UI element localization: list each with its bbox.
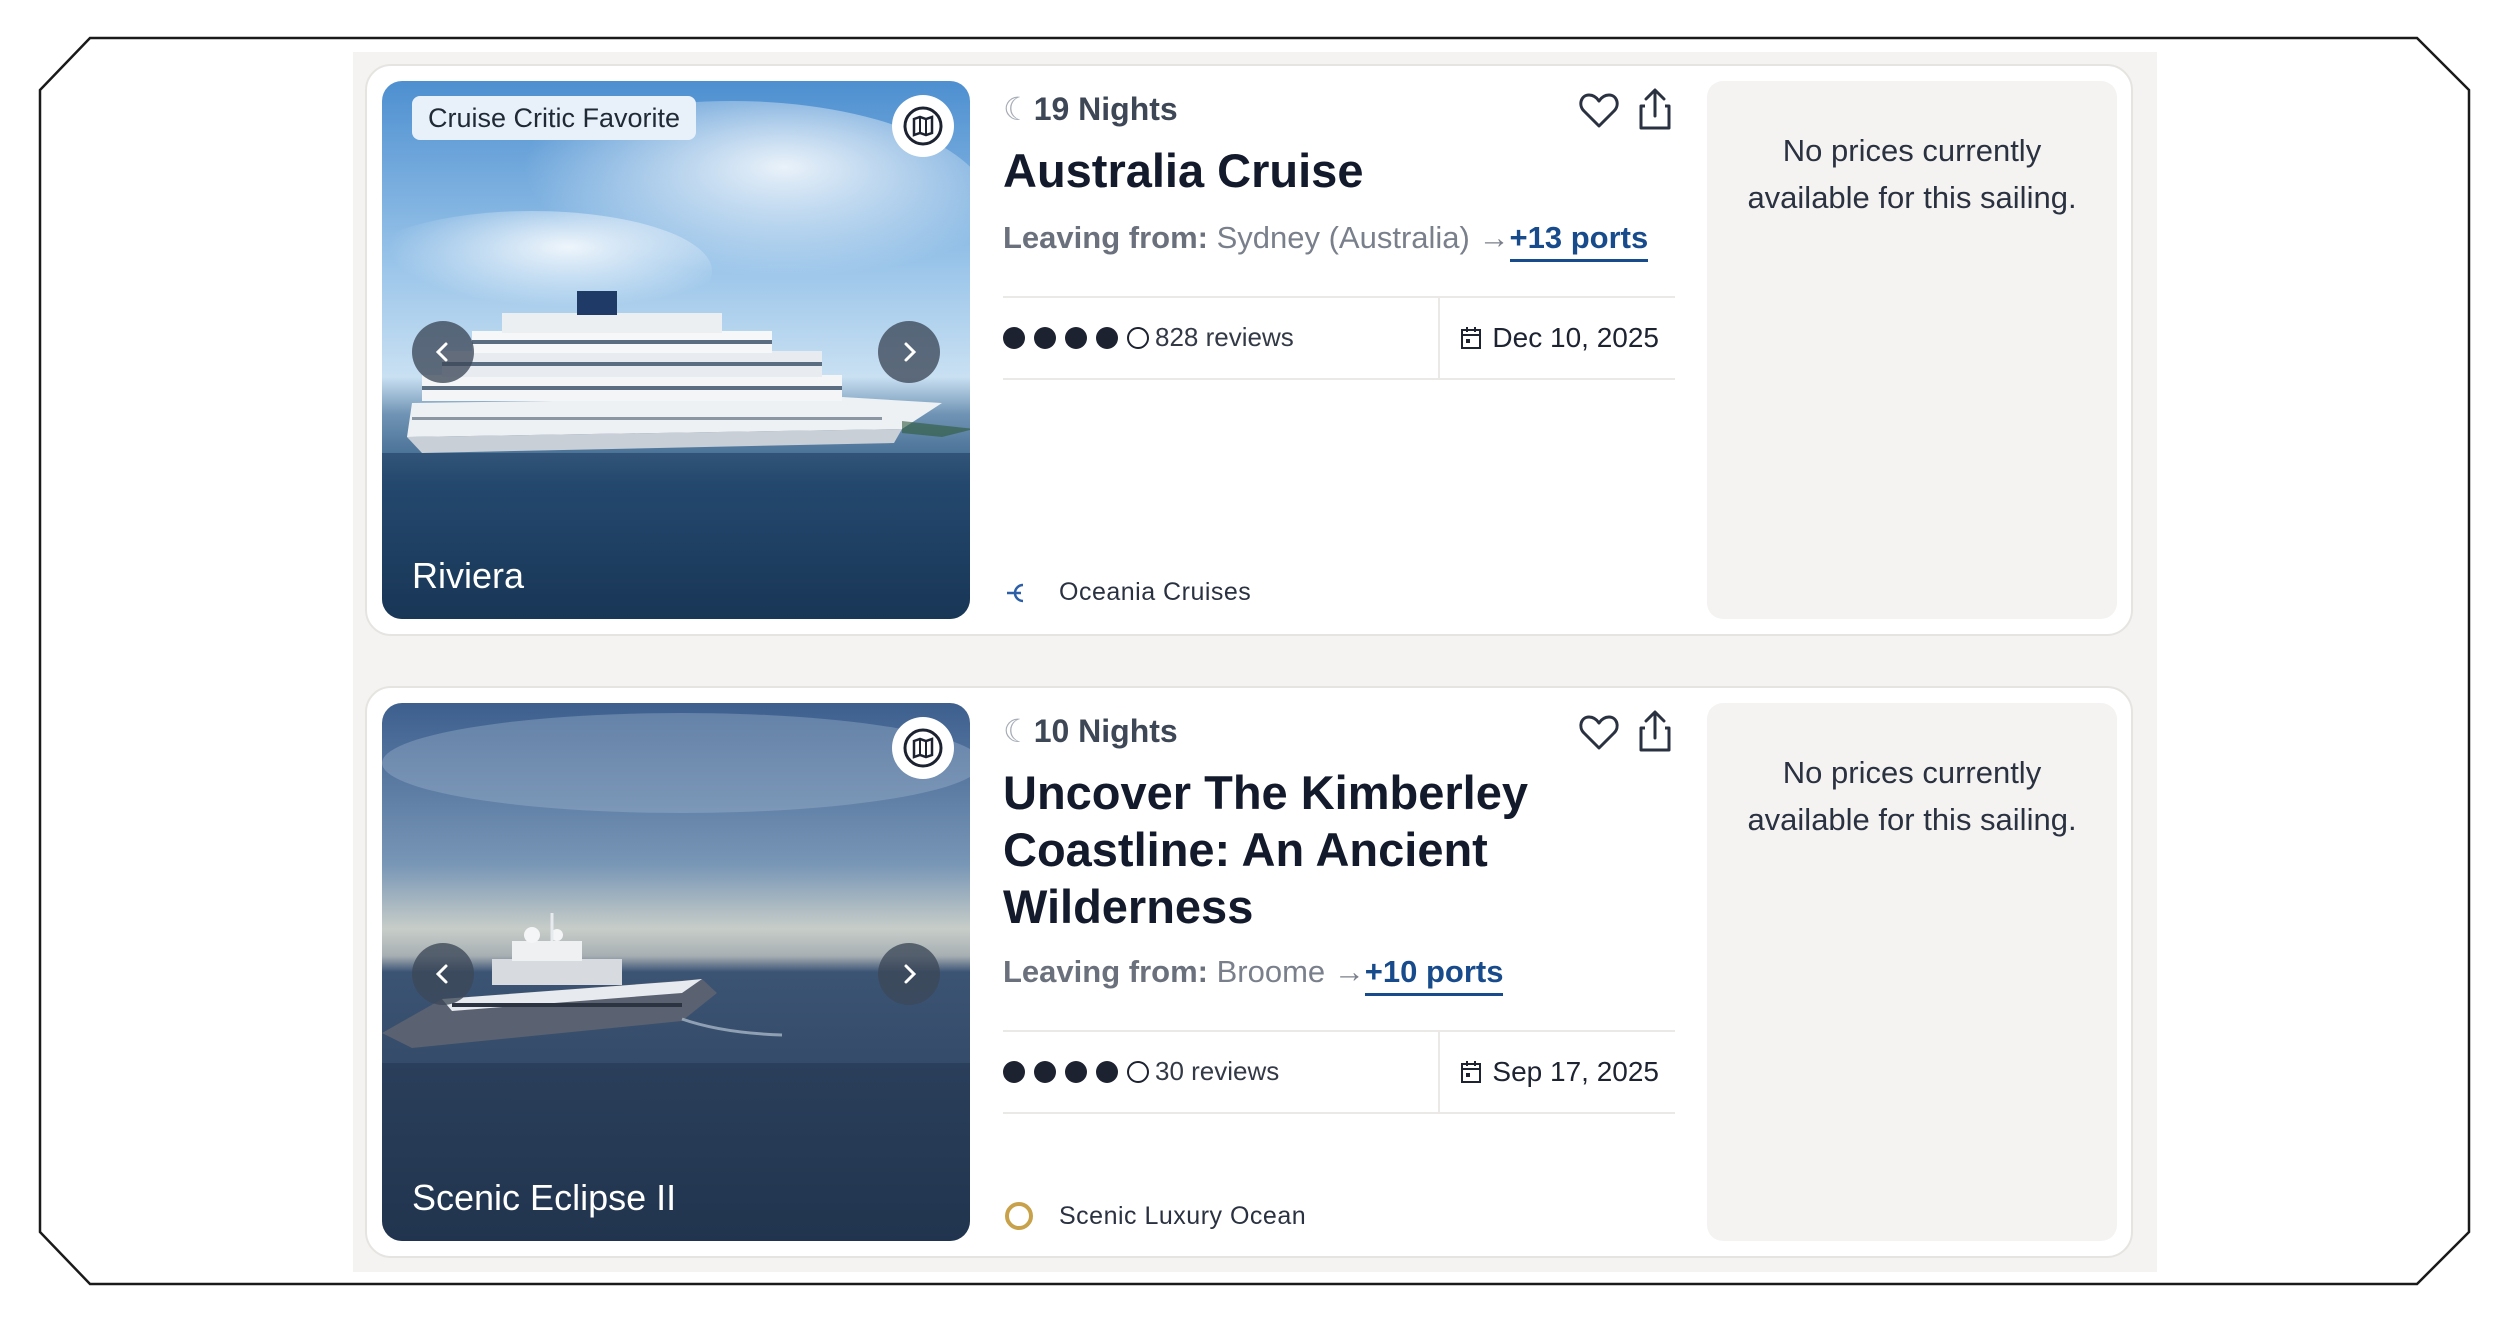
cruise-card[interactable]: Cruise Critic Favorite Riviera ☾ 19 Nigh…: [365, 64, 2133, 636]
reviews-link[interactable]: 828 reviews: [1155, 322, 1294, 353]
sail-date: Sep 17, 2025: [1438, 1032, 1675, 1112]
leaving-from: Leaving from: Sydney (Australia) →+13 po…: [1003, 220, 1649, 262]
reviews-link[interactable]: 30 reviews: [1155, 1056, 1279, 1087]
chevron-left-icon: [435, 342, 448, 362]
carousel-prev-button[interactable]: [412, 943, 474, 1005]
rating-dot-empty: [1127, 1060, 1149, 1083]
nights-text: 10 Nights: [1033, 712, 1178, 749]
cruise-card[interactable]: Scenic Eclipse II ☾ 10 Nights Uncover Th…: [365, 686, 2133, 1258]
arrow-icon: →: [1333, 954, 1365, 989]
share-icon[interactable]: [1631, 86, 1679, 134]
rating-dot-filled: [1096, 1060, 1118, 1083]
rating-date-row: 828 reviews Dec 10, 2025: [1003, 296, 1675, 380]
map-icon: [903, 106, 943, 146]
ports-link[interactable]: +13 ports: [1509, 220, 1649, 262]
favorite-heart-icon[interactable]: [1575, 708, 1623, 756]
rating-date-row: 30 reviews Sep 17, 2025: [1003, 1030, 1675, 1114]
nights-text: 19 Nights: [1033, 90, 1178, 127]
rating-dot-empty: [1127, 326, 1149, 349]
no-price-message: No prices currently available for this s…: [1747, 133, 2077, 215]
cruise-line-name: Oceania Cruises: [1059, 578, 1252, 606]
rating-dot-filled: [1096, 326, 1118, 349]
chevron-right-icon: [904, 342, 917, 362]
chevron-right-icon: [904, 964, 917, 984]
carousel-next-button[interactable]: [878, 943, 940, 1005]
moon-icon: ☾: [1003, 91, 1032, 127]
itinerary-map-button[interactable]: [892, 717, 954, 779]
rating-dot-filled: [1003, 326, 1025, 349]
nights-label: ☾ 19 Nights: [1003, 90, 1178, 128]
ship-name[interactable]: Riviera: [412, 555, 524, 597]
calendar-icon: [1461, 327, 1482, 349]
leaving-label: Leaving from:: [1003, 220, 1208, 255]
map-icon: [903, 728, 943, 768]
oceania-logo-icon: [1007, 583, 1024, 602]
rating-dot-filled: [1065, 1060, 1087, 1083]
rating-dot-filled: [1003, 1060, 1025, 1083]
cruise-title[interactable]: Uncover The Kimberley Coastline: An Anci…: [1003, 764, 1643, 935]
ship-photo-carousel[interactable]: Scenic Eclipse II: [382, 703, 970, 1241]
leaving-label: Leaving from:: [1003, 954, 1208, 989]
cruise-line: Oceania Cruises: [1003, 578, 1251, 607]
star-rating: 828 reviews: [1003, 322, 1294, 353]
ship-photo-carousel[interactable]: Cruise Critic Favorite Riviera: [382, 81, 970, 619]
sail-date-text: Sep 17, 2025: [1492, 1056, 1659, 1087]
cruise-line-name: Scenic Luxury Ocean: [1059, 1201, 1307, 1230]
itinerary-map-button[interactable]: [892, 95, 954, 157]
rating-dot-filled: [1034, 326, 1056, 349]
star-rating: 30 reviews: [1003, 1056, 1279, 1087]
favorite-badge: Cruise Critic Favorite: [412, 96, 697, 140]
price-panel: No prices currently available for this s…: [1707, 81, 2117, 619]
rating-dot-filled: [1034, 1060, 1056, 1083]
leaving-from: Leaving from: Broome →+10 ports: [1003, 954, 1504, 996]
ports-link[interactable]: +10 ports: [1364, 954, 1504, 996]
cruise-title[interactable]: Australia Cruise: [1003, 142, 1643, 199]
share-icon[interactable]: [1631, 708, 1679, 756]
arrow-icon: →: [1478, 220, 1510, 255]
sail-date-text: Dec 10, 2025: [1492, 322, 1659, 353]
ship-name[interactable]: Scenic Eclipse II: [412, 1177, 676, 1219]
favorite-heart-icon[interactable]: [1575, 86, 1623, 134]
cruise-line: Scenic Luxury Ocean: [1003, 1200, 1306, 1232]
nights-label: ☾ 10 Nights: [1003, 712, 1178, 750]
calendar-icon: [1461, 1061, 1482, 1083]
carousel-next-button[interactable]: [878, 321, 940, 383]
moon-icon: ☾: [1003, 713, 1032, 749]
carousel-prev-button[interactable]: [412, 321, 474, 383]
sail-date: Dec 10, 2025: [1438, 298, 1675, 378]
scenic-logo-icon: [1005, 1202, 1033, 1230]
chevron-left-icon: [435, 964, 448, 984]
departure-port: Broome: [1216, 954, 1326, 989]
rating-dot-filled: [1065, 326, 1087, 349]
price-panel: No prices currently available for this s…: [1707, 703, 2117, 1241]
departure-port: Sydney (Australia): [1216, 220, 1470, 255]
no-price-message: No prices currently available for this s…: [1747, 755, 2077, 837]
